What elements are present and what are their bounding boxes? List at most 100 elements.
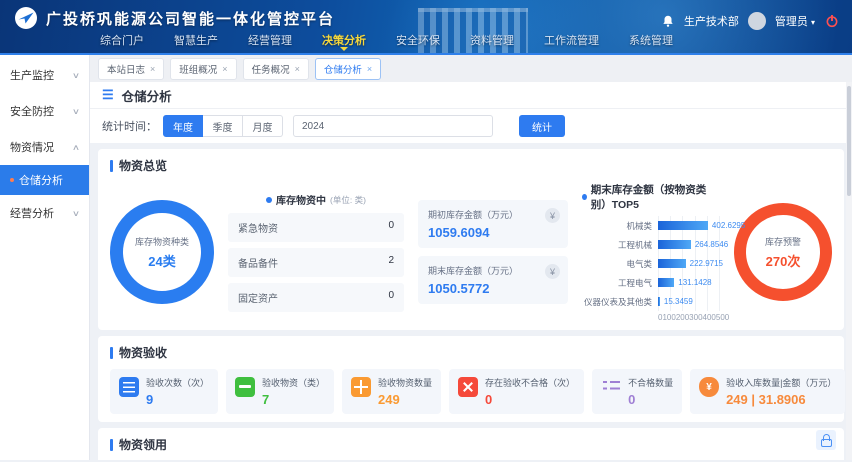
tab-label: 仓储分析 [323,64,362,76]
bar-row: 机械类 402.6295 [582,216,745,235]
tab-label: 本站日志 [107,64,146,76]
stat-card: 存在验收不合格（次） 0 [449,369,585,414]
sidebar-group: 物资情况 ∧ 仓储分析 [0,129,89,195]
year-input[interactable] [293,115,493,137]
logout-power-icon[interactable] [824,13,840,29]
tab[interactable]: 班组概况 × [170,57,237,80]
nav-item[interactable]: 安全环保 [396,32,440,48]
top5-xaxis: 0 100 200 300 400 500 [658,313,729,322]
stat-text: 不合格数量 0 [628,376,673,407]
stock-list: 紧急物资 0 备品备件 2 固定资产 0 [228,213,404,312]
brand: 广投桥巩能源公司智能一体化管控平台 [14,6,335,30]
sidebar-group: 生产监控 ∨ [0,57,89,93]
overview-row: 库存物资种类 24类 库存物资中 (单位: 类) 紧急物资 0 备品备件 2 固定资产 0… [110,182,832,322]
content-column: 本站日志 × 班组概况 × 任务概况 × 仓储分析 × ☰ 仓储分析 统计时间： 年度 季度 月度… [90,55,852,460]
sidebar-item[interactable]: 生产监控 ∨ [0,57,89,93]
nav-item[interactable]: 决策分析 [322,32,366,48]
amount-label: 期末库存金额（万元） [428,266,519,276]
lock-button[interactable] [816,430,836,450]
collapse-menu-icon[interactable]: ☰ [102,87,114,103]
stock-value: 0 [388,220,394,231]
stock-list-title: 库存物资中 [276,196,327,207]
acceptance-section-title: 物资验收 [110,344,832,361]
department-label: 生产技术部 [683,16,739,28]
stat-card: 不合格数量 0 [592,369,683,414]
app-header: 广投桥巩能源公司智能一体化管控平台 综合门户 智慧生产 经营管理 决策分析 安全环保 资料… [0,0,852,55]
bar-category-label: 机械类 [626,220,652,231]
top5-chart: 期末库存金额（按物资类别）TOP5 机械类 402.6295 工程机械 264.854… [582,182,745,322]
sidebar-item-label: 安全防控 [10,106,54,118]
nav-item[interactable]: 工作流管理 [544,32,599,48]
stock-row: 固定资产 0 [228,283,404,312]
scroll-area: ☰ 仓储分析 统计时间： 年度季度月度 统计 物资总览 库存物资种类 24类 [90,82,852,460]
chevron-up-icon: ∧ [71,142,81,152]
donut-label: 库存预警 [764,236,801,247]
bar-value-label: 222.9715 [689,259,724,268]
period-button[interactable]: 年度 [163,115,203,137]
tab[interactable]: 仓储分析 × [314,57,382,80]
top5-rows: 机械类 402.6295 工程机械 264.8546 电气类 222.9715 工程电气 13… [582,216,745,311]
stock-list-unit: (单位: 类) [330,194,366,205]
nav-item[interactable]: 综合门户 [100,32,144,48]
chevron-down-icon: ∨ [71,208,81,218]
amount-value: 1059.6094 [428,225,490,240]
bell-icon[interactable] [661,14,675,28]
sidebar-subitem-label: 仓储分析 [19,175,63,187]
bar-category-label: 电气类 [626,258,652,269]
nav-item[interactable]: 系统管理 [629,32,673,48]
user-name: 管理员 [774,16,808,28]
stat-submit-button[interactable]: 统计 [519,115,565,137]
clipboard-x-icon [458,377,479,397]
checklist-icon [601,377,621,397]
nav-item[interactable]: 资料管理 [470,32,514,48]
stock-row: 备品备件 2 [228,248,404,277]
tab[interactable]: 本站日志 × [98,57,165,80]
app-title: 广投桥巩能源公司智能一体化管控平台 [46,10,336,28]
sidebar-item[interactable]: 经营分析 ∨ [0,195,89,231]
sidebar-item[interactable]: 物资情况 ∧ [0,129,89,165]
stat-label: 验收入库数量|金额（万元） [726,378,837,388]
period-button[interactable]: 月度 [243,115,283,137]
bar-row: 工程机械 264.8546 [582,235,728,254]
sidebar-item-label: 物资情况 [10,142,54,154]
close-icon[interactable]: × [150,64,155,74]
close-icon[interactable]: × [222,64,227,74]
materials-requisition-panel: 物资领用 各类型领用情况 000000000000 565776.7995 领用… [98,428,844,460]
vertical-scrollbar[interactable] [846,82,852,460]
company-logo-icon [15,7,37,29]
stock-label: 固定资产 [238,294,278,305]
donut-label: 库存物资种类 [134,236,189,247]
bar [658,259,686,268]
stock-label: 备品备件 [238,259,278,270]
avatar[interactable] [747,12,766,30]
bar-category-label: 工程电气 [617,277,652,288]
close-icon[interactable]: × [295,64,300,74]
nav-item[interactable]: 智慧生产 [174,32,218,48]
requisition-section-title: 物资领用 [110,436,832,453]
stat-text: 验收物资数量 249 [378,376,432,407]
sidebar-subitem[interactable]: 仓储分析 [0,165,89,195]
stat-label: 不合格数量 [628,378,674,388]
stock-value: 2 [388,255,394,266]
bar [658,221,708,230]
page-block: ☰ 仓储分析 统计时间： 年度季度月度 统计 [90,82,852,143]
donut-value: 24类 [148,253,176,269]
acceptance-cards: 验收次数（次） 9 验收物资（类） 7 验收物资数量 249 存在验收不合格（次） 0 不合格数… [110,369,846,414]
sidebar-item[interactable]: 安全防控 ∨ [0,93,89,129]
bar-row: 工程电气 131.1428 [582,273,720,292]
sidebar-item-label: 经营分析 [10,208,54,220]
tab[interactable]: 任务概况 × [242,57,309,80]
bullet-icon [10,178,14,182]
period-button[interactable]: 季度 [203,115,243,137]
stat-text: 验收物资（类） 7 [262,376,325,407]
user-menu[interactable]: 管理员 ▾ [775,13,815,29]
x-tick-label: 400 [702,313,716,322]
tab-label: 班组概况 [179,64,218,76]
nav-item[interactable]: 经营管理 [248,32,292,48]
page-title: 仓储分析 [121,89,172,104]
stock-label: 紧急物资 [238,224,278,235]
lock-icon [820,433,832,447]
bar-track: 264.8546 [658,235,728,254]
close-icon[interactable]: × [367,64,372,74]
scrollbar-thumb[interactable] [847,86,851,196]
